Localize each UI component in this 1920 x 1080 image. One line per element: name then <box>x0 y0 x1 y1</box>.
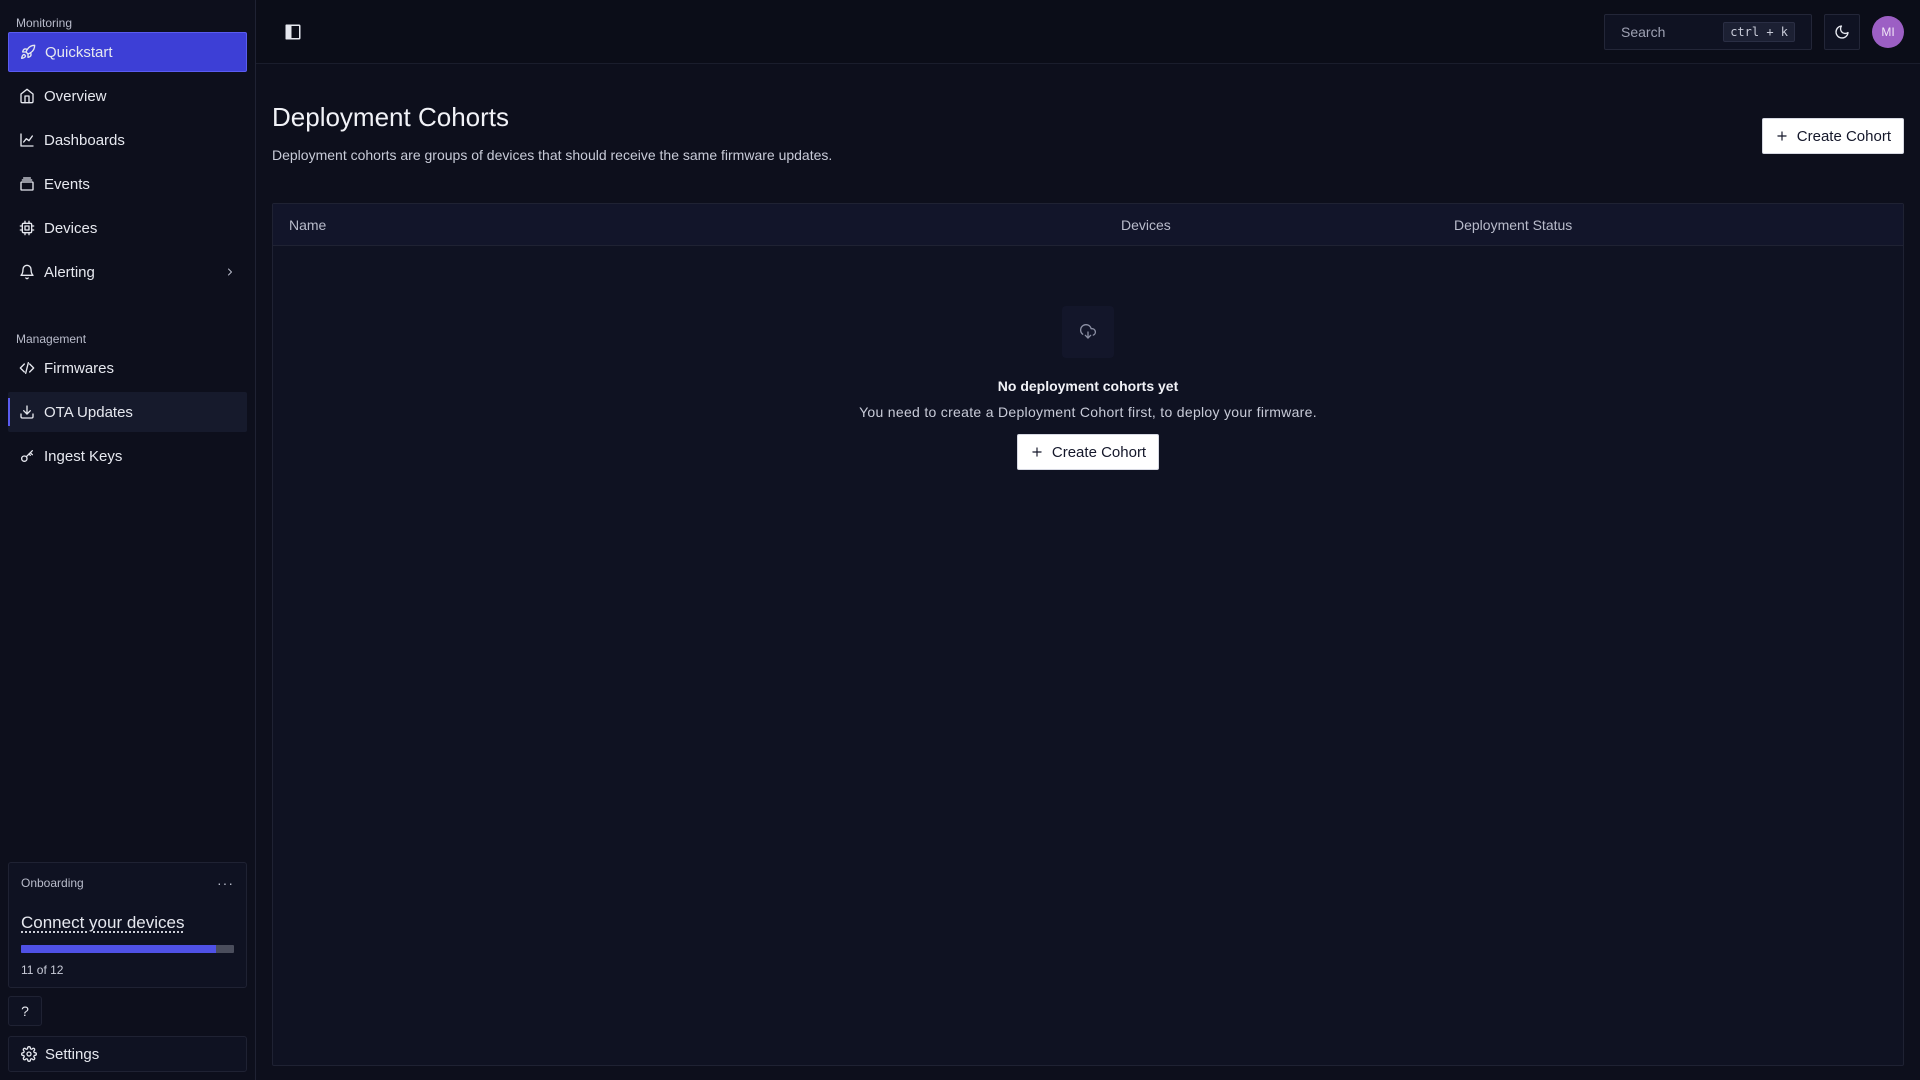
page-title: Deployment Cohorts <box>272 102 509 132</box>
chip-icon <box>18 219 36 237</box>
sidebar-item-label: Overview <box>44 87 107 105</box>
sidebar-item-label: Firmwares <box>44 359 114 377</box>
sidebar-item-devices[interactable]: Devices <box>8 208 247 248</box>
onboarding-progress-bar <box>21 945 234 953</box>
search-input[interactable]: Search ctrl + k <box>1604 13 1812 50</box>
gear-icon <box>21 1046 37 1062</box>
plus-icon <box>1775 129 1789 143</box>
empty-state-description: You need to create a Deployment Cohort f… <box>859 404 1317 420</box>
onboarding-label: Onboarding <box>21 876 84 890</box>
onboarding-title-link[interactable]: Connect your devices <box>21 913 234 933</box>
settings-label: Settings <box>45 1045 100 1063</box>
more-icon[interactable]: ··· <box>217 875 234 891</box>
sidebar-item-events[interactable]: Events <box>8 164 247 204</box>
sidebar-item-label: Events <box>44 175 90 193</box>
section-label-monitoring: Monitoring <box>16 16 73 30</box>
page-content: Deployment Cohorts Deployment cohorts ar… <box>256 64 1920 1080</box>
layers-icon <box>18 175 36 193</box>
column-header-devices[interactable]: Devices <box>1121 217 1454 233</box>
column-header-deployment-status[interactable]: Deployment Status <box>1454 217 1887 233</box>
empty-create-cohort-label: Create Cohort <box>1051 443 1147 461</box>
empty-create-cohort-button[interactable]: Create Cohort <box>1016 434 1160 470</box>
search-shortcut-badge: ctrl + k <box>1723 21 1795 42</box>
onboarding-progress-fill <box>21 945 217 953</box>
page-description: Deployment cohorts are groups of devices… <box>272 147 833 163</box>
page-header: Deployment Cohorts Deployment cohorts ar… <box>272 102 1904 163</box>
onboarding-count: 11 of 12 <box>21 963 64 977</box>
sidebar-item-label: OTA Updates <box>44 403 133 421</box>
chart-icon <box>18 131 36 149</box>
home-icon <box>18 87 36 105</box>
cloud-download-icon <box>1062 306 1114 358</box>
sidebar-item-overview[interactable]: Overview <box>8 76 247 116</box>
table-header: Name Devices Deployment Status <box>273 204 1903 246</box>
chevron-right-icon <box>223 265 237 279</box>
code-icon <box>18 359 36 377</box>
onboarding-header: Onboarding ··· <box>21 875 234 891</box>
sidebar-item-label: Alerting <box>44 263 95 281</box>
empty-state: No deployment cohorts yet You need to cr… <box>273 246 1903 470</box>
column-header-name[interactable]: Name <box>289 217 1121 233</box>
plus-icon <box>1030 445 1044 459</box>
section-label-management: Management <box>16 332 87 346</box>
sidebar-item-dashboards[interactable]: Dashboards <box>8 120 247 160</box>
download-icon <box>18 403 36 421</box>
moon-icon <box>1834 24 1850 40</box>
theme-toggle-button[interactable] <box>1824 13 1860 50</box>
rocket-icon <box>19 43 37 61</box>
cohorts-table: Name Devices Deployment Status No deploy… <box>272 203 1904 1066</box>
bell-icon <box>18 263 36 281</box>
create-cohort-label: Create Cohort <box>1796 127 1891 145</box>
sidebar-item-label: Ingest Keys <box>44 447 123 465</box>
sidebar-item-quickstart[interactable]: Quickstart <box>8 32 247 72</box>
sidebar: Monitoring Quickstart Overview Dashboard… <box>0 0 256 1080</box>
sidebar-item-firmwares[interactable]: Firmwares <box>8 348 247 388</box>
sidebar-item-label: Devices <box>44 219 98 237</box>
sidebar-item-label: Quickstart <box>45 43 113 61</box>
help-button[interactable]: ? <box>8 996 42 1026</box>
sidebar-item-ota-updates[interactable]: OTA Updates <box>8 392 247 432</box>
sidebar-item-label: Dashboards <box>44 131 125 149</box>
sidebar-toggle-icon[interactable] <box>282 21 304 43</box>
key-icon <box>18 447 36 465</box>
search-placeholder: Search <box>1621 23 1666 40</box>
onboarding-card: Onboarding ··· Connect your devices 11 o… <box>8 862 247 988</box>
app-root: Monitoring Quickstart Overview Dashboard… <box>0 0 1920 1080</box>
settings-button[interactable]: Settings <box>8 1036 247 1072</box>
page-header-text: Deployment Cohorts Deployment cohorts ar… <box>272 102 832 163</box>
topbar: Search ctrl + k MI <box>256 0 1920 64</box>
empty-state-title: No deployment cohorts yet <box>997 378 1179 394</box>
topbar-actions: Search ctrl + k MI <box>1604 13 1904 50</box>
avatar[interactable]: MI <box>1872 15 1904 48</box>
create-cohort-button[interactable]: Create Cohort <box>1761 118 1904 154</box>
sidebar-item-alerting[interactable]: Alerting <box>8 252 247 292</box>
main-area: Search ctrl + k MI Deployment Cohorts De… <box>256 0 1920 1080</box>
sidebar-item-ingest-keys[interactable]: Ingest Keys <box>8 436 247 476</box>
